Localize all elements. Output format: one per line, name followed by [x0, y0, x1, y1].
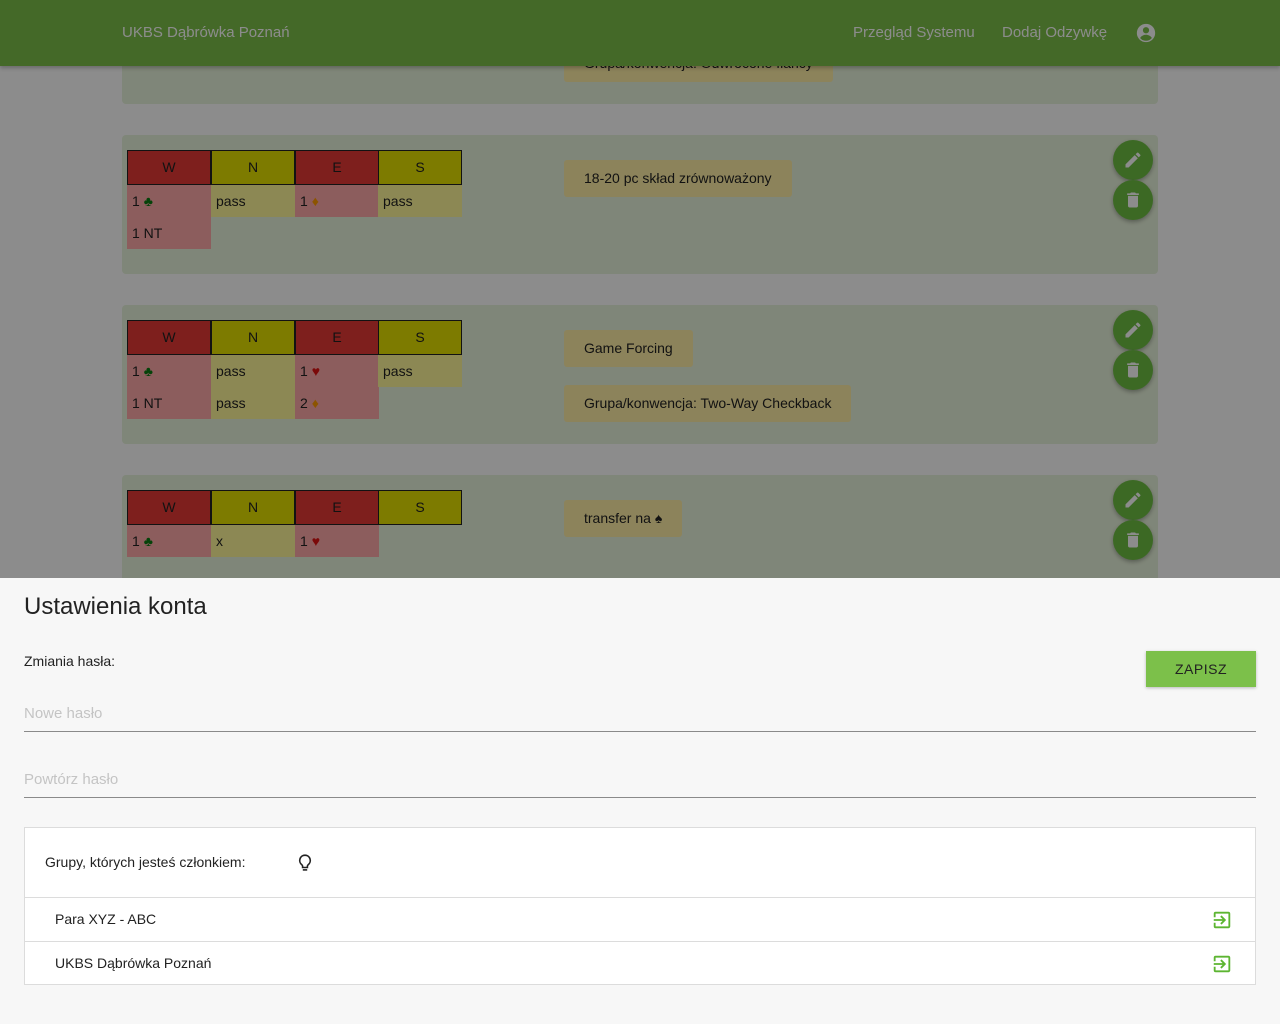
exit-to-app-icon[interactable]: [1211, 909, 1233, 931]
repeat-password-input[interactable]: [24, 762, 1256, 798]
exit-to-app-icon[interactable]: [1211, 953, 1233, 975]
groups-header: Grupy, których jesteś członkiem:: [25, 828, 1255, 898]
groups-label: Grupy, których jesteś członkiem:: [45, 854, 246, 870]
group-name: Para XYZ - ABC: [55, 911, 157, 927]
password-section-label: Zmiania hasła:: [24, 653, 116, 669]
new-password-input[interactable]: [24, 696, 1256, 732]
group-list-item[interactable]: UKBS Dąbrówka Poznań: [25, 942, 1255, 986]
lightbulb-icon[interactable]: [296, 853, 314, 873]
save-button[interactable]: ZAPISZ: [1146, 651, 1256, 687]
sheet-title: Ustawienia konta: [24, 593, 207, 620]
groups-panel: Grupy, których jesteś członkiem: Para XY…: [24, 827, 1256, 985]
group-list-item[interactable]: Para XYZ - ABC: [25, 898, 1255, 942]
group-name: UKBS Dąbrówka Poznań: [55, 955, 212, 971]
account-settings-sheet: Ustawienia konta Zmiania hasła: ZAPISZ G…: [0, 578, 1280, 1024]
